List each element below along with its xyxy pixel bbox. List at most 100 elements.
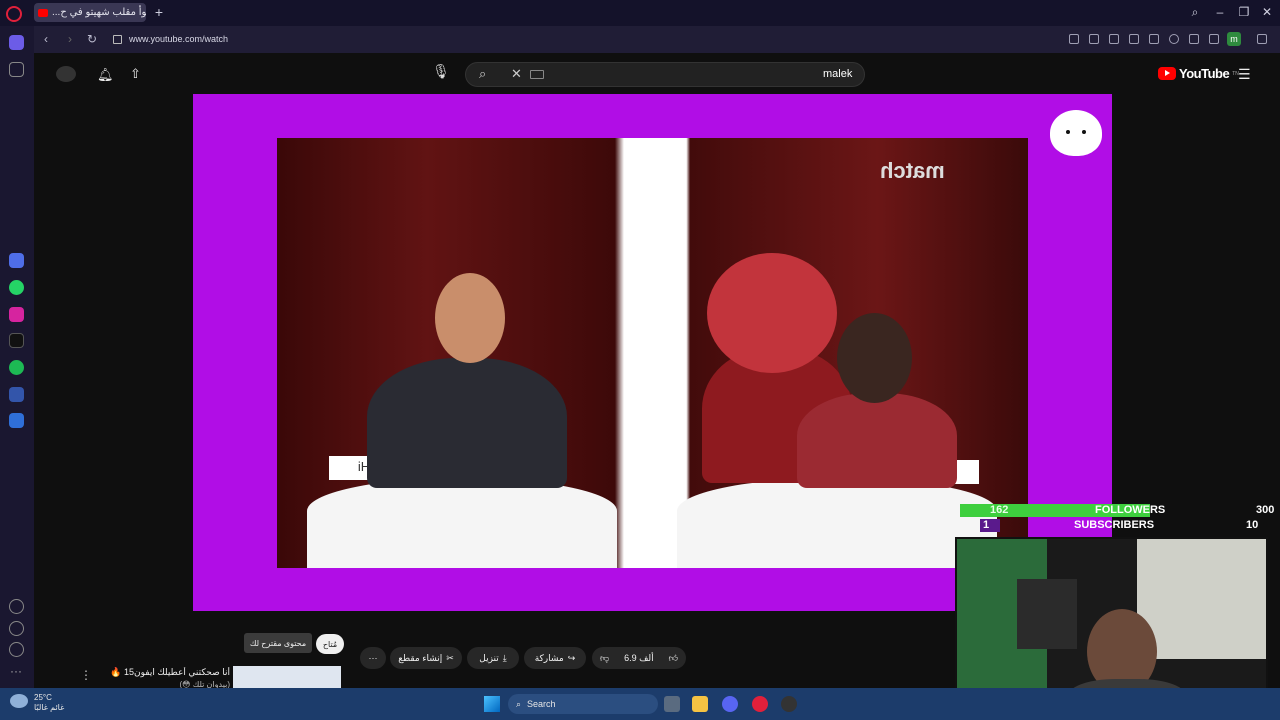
share-label: مشاركة xyxy=(534,652,564,663)
match-watermark: match xyxy=(880,158,945,183)
like-icon[interactable]: 👍︎ xyxy=(669,653,678,664)
mic-icon[interactable]: 🎙︎ xyxy=(431,63,451,85)
followers-current: 162 xyxy=(990,504,1009,516)
taskbar-search[interactable]: ⌕ Search xyxy=(508,694,658,714)
search-text: malek xyxy=(823,68,853,80)
youtube-play-icon xyxy=(1158,67,1176,80)
like-dislike-group: 👎︎ 6.9 ألف 👍︎ xyxy=(592,647,686,669)
instagram-icon[interactable] xyxy=(9,307,24,322)
discord-taskbar-icon[interactable] xyxy=(722,696,738,712)
search-input[interactable] xyxy=(465,62,865,87)
download-icon[interactable] xyxy=(1189,34,1199,44)
star-icon[interactable] xyxy=(9,62,24,77)
windows-start-icon[interactable] xyxy=(484,696,500,712)
head-right xyxy=(837,313,912,403)
subscribers-goal: 10 xyxy=(1246,519,1259,531)
send-icon[interactable] xyxy=(1149,34,1159,44)
search-tabs-icon[interactable]: ⌕ xyxy=(1186,4,1204,20)
head-left xyxy=(435,273,505,363)
table-left xyxy=(307,478,617,568)
recommend-title[interactable]: أنا صحكتني أعطيلك ايفون15 🔥 xyxy=(100,667,230,678)
player-icon[interactable] xyxy=(9,387,24,402)
whatsapp-icon[interactable] xyxy=(9,280,24,295)
home-icon[interactable] xyxy=(9,35,24,50)
browser-sidebar xyxy=(0,26,34,688)
camera-icon[interactable] xyxy=(1089,34,1099,44)
gear-icon[interactable] xyxy=(9,642,24,657)
followers-goal: 300 xyxy=(1256,504,1275,516)
bell-icon[interactable]: 🔔︎ xyxy=(97,67,114,83)
taskbar-search-label: Search xyxy=(527,699,556,709)
subscribers-current: 1 xyxy=(983,519,990,531)
dislike-icon[interactable]: 👎︎ xyxy=(600,653,609,664)
search-icon[interactable]: ⌕ xyxy=(479,66,486,82)
share-icon: ↪ xyxy=(567,652,576,663)
minimize-icon[interactable]: – xyxy=(1211,4,1229,20)
download-arrow-icon: ⤓ xyxy=(502,652,507,663)
clear-search-icon[interactable]: ✕ xyxy=(511,66,522,82)
scissors-icon: ✂ xyxy=(446,652,454,663)
recommend-more-icon[interactable]: ⋮ xyxy=(80,668,92,682)
new-tab-icon[interactable]: + xyxy=(152,5,166,19)
edit-icon[interactable] xyxy=(1069,34,1079,44)
webcam-wall xyxy=(1137,539,1266,659)
download-label: تنزيل xyxy=(479,652,499,663)
aria-icon[interactable] xyxy=(9,253,24,268)
extension-icon[interactable] xyxy=(1129,34,1139,44)
video-content[interactable]: iH iH xyxy=(277,138,1028,568)
heart-icon[interactable] xyxy=(1169,34,1179,44)
settings-icon[interactable] xyxy=(1257,34,1267,44)
menu-icon[interactable] xyxy=(1209,34,1219,44)
table-right xyxy=(677,478,997,568)
keyboard-icon[interactable] xyxy=(530,70,544,79)
recommend-thumbnail[interactable] xyxy=(233,666,341,688)
suggested-tooltip: محتوى مقترح لك xyxy=(244,633,312,653)
weather-label: غائم غالبًا xyxy=(34,703,65,712)
heart-sidebar-icon[interactable] xyxy=(9,599,24,614)
history-icon[interactable] xyxy=(9,621,24,636)
browser-titlebar xyxy=(0,0,1280,26)
clip-button[interactable]: إنشاء مقطع ✂ xyxy=(390,647,462,669)
forward-icon[interactable]: › xyxy=(63,32,77,46)
followers-label: FOLLOWERS xyxy=(1095,504,1166,516)
upload-icon[interactable]: ⇧ xyxy=(130,66,141,82)
taskbar-search-icon: ⌕ xyxy=(516,698,522,709)
task-view-icon[interactable] xyxy=(664,696,680,712)
youtube-logo[interactable]: YouTube TN xyxy=(1158,66,1239,81)
maximize-icon[interactable]: ❐ xyxy=(1235,4,1253,20)
profile-avatar[interactable]: m xyxy=(1227,32,1241,46)
tiktok-icon[interactable] xyxy=(9,333,24,348)
close-icon[interactable]: ✕ xyxy=(1258,4,1276,20)
spotify-icon[interactable] xyxy=(9,360,24,375)
file-explorer-icon[interactable] xyxy=(692,696,708,712)
wig-head xyxy=(707,253,837,373)
chip-available[interactable]: مُتاح xyxy=(316,634,344,654)
ghost-icon xyxy=(1050,110,1102,156)
reload-icon[interactable]: ↻ xyxy=(85,32,99,46)
weather-temp: 25°C xyxy=(34,693,52,702)
webcam-box xyxy=(1017,579,1077,649)
shield-icon[interactable] xyxy=(1109,34,1119,44)
youtube-logo-text: YouTube xyxy=(1179,66,1230,81)
opera-logo-icon[interactable] xyxy=(6,6,22,22)
more-actions-icon[interactable]: ··· xyxy=(360,647,386,669)
discord-icon[interactable] xyxy=(9,413,24,428)
back-icon[interactable]: ‹ xyxy=(39,32,53,46)
youtube-favicon-icon xyxy=(38,8,48,17)
tab-title: أسوأ مقلب شهيتو في ح... xyxy=(52,7,146,18)
share-button[interactable]: مشاركة ↪ xyxy=(524,647,586,669)
person-left xyxy=(367,358,567,488)
like-count: 6.9 ألف xyxy=(624,652,654,663)
channel-avatar[interactable] xyxy=(56,66,76,82)
clip-label: إنشاء مقطع xyxy=(398,652,443,663)
obs-taskbar-icon[interactable] xyxy=(781,696,797,712)
browser-tab[interactable]: أسوأ مقلب شهيتو في ح... xyxy=(34,3,146,22)
subscribers-label: SUBSCRIBERS xyxy=(1074,519,1155,531)
opera-taskbar-icon[interactable] xyxy=(752,696,768,712)
download-button[interactable]: تنزيل ⤓ xyxy=(467,647,519,669)
person-right xyxy=(797,393,957,488)
hamburger-menu-icon[interactable]: ☰ xyxy=(1238,66,1251,83)
url-field[interactable]: www.youtube.com/watch xyxy=(129,34,228,44)
more-icon[interactable]: ··· xyxy=(10,664,22,678)
lock-icon xyxy=(113,35,122,44)
